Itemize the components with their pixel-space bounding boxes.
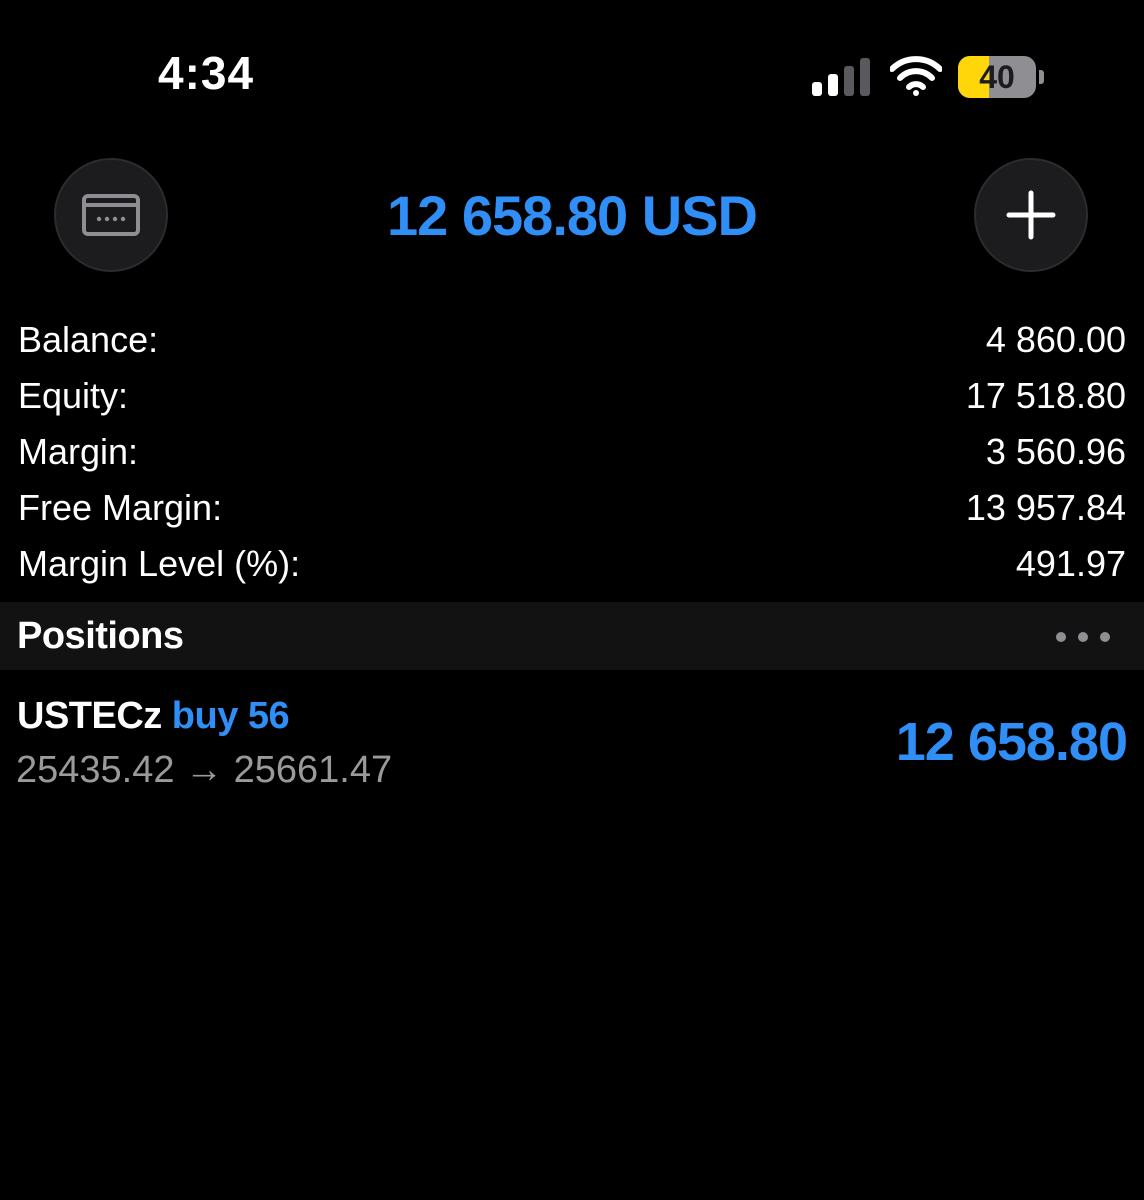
signal-icon [812,58,870,96]
position-type: buy 56 [171,695,290,737]
summary-row-margin: Margin: 3 560.96 [0,424,1144,480]
summary-value: 13 957.84 [965,487,1126,528]
position-prices: 25435.42 → 25661.47 [16,749,393,791]
more-icon[interactable] [1054,630,1112,644]
summary-label: Equity: [18,375,129,416]
summary-value: 491.97 [1015,543,1126,584]
summary-label: Balance: [18,319,159,360]
battery-tip [1039,70,1044,84]
summary-row-equity: Equity: 17 518.80 [0,368,1144,424]
summary-value: 4 860.00 [985,319,1126,360]
summary-label: Free Margin: [18,487,223,528]
summary-row-balance: Balance: 4 860.00 [0,312,1144,368]
position-item[interactable]: USTECz buy 56 25435.42 → 25661.47 12 658.… [0,680,1144,800]
summary-label: Margin Level (%): [18,543,301,584]
new-order-button[interactable] [974,158,1088,272]
battery-indicator: 40 [958,56,1036,98]
account-summary: Balance: 4 860.00 Equity: 17 518.80 Marg… [0,312,1144,592]
summary-row-margin-level: Margin Level (%): 491.97 [0,536,1144,592]
position-title-line: USTECz buy 56 [17,694,290,738]
header-total-profit: 12 658.80 USD [387,184,758,247]
summary-value: 3 560.96 [985,431,1126,472]
wifi-icon [890,56,942,96]
battery-level: 40 [979,59,1015,95]
positions-title: Positions [17,615,184,657]
status-time: 4:34 [158,47,255,99]
card-icon [82,194,140,236]
plus-icon [1006,190,1056,240]
summary-value: 17 518.80 [965,375,1126,416]
accounts-button[interactable] [54,158,168,272]
position-symbol: USTECz [17,695,162,737]
positions-section-header: Positions [0,602,1144,670]
summary-label: Margin: [18,431,139,472]
position-profit: 12 658.80 [895,712,1128,772]
summary-row-free-margin: Free Margin: 13 957.84 [0,480,1144,536]
